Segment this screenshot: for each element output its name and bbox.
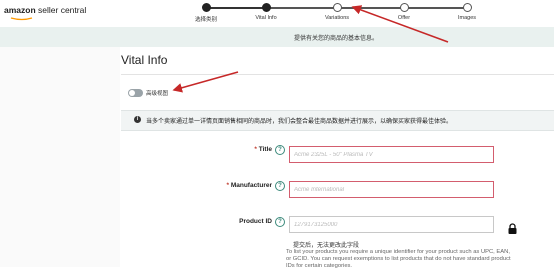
step-dot-category[interactable] <box>202 3 211 12</box>
step-dot-offer[interactable] <box>400 3 409 12</box>
manufacturer-label: * Manufacturer <box>226 182 272 189</box>
step-dot-vital-info[interactable] <box>262 3 271 12</box>
info-banner <box>0 27 554 47</box>
seller-central-logo[interactable]: amazon seller central <box>4 5 87 21</box>
manufacturer-help-icon[interactable]: ? <box>275 181 285 191</box>
title-input[interactable] <box>289 146 494 163</box>
product-id-label-text: Product ID <box>239 218 272 225</box>
step-dot-variations[interactable] <box>333 3 342 12</box>
advanced-view-toggle[interactable] <box>128 89 143 97</box>
left-gutter <box>0 47 120 267</box>
stepper-progress-done <box>206 7 266 9</box>
amazon-smile-icon <box>10 17 34 21</box>
title-label-text: Title <box>258 146 272 153</box>
advanced-view-label[interactable]: 高级视图 <box>146 89 168 97</box>
logo-brand: amazon <box>4 5 36 15</box>
step-label-category[interactable]: 选择类别 <box>195 15 217 23</box>
title-help-icon[interactable]: ? <box>275 145 285 155</box>
step-label-images[interactable]: Images <box>458 15 476 21</box>
info-banner-text: 提供有关您的商品的基本信息。 <box>294 36 379 42</box>
lock-icon <box>508 221 517 234</box>
notice-text: 当多个卖家通过单一详情页面销售相同的商品时，我们会整合最佳商品数据并进行展示，以… <box>146 119 453 125</box>
product-id-input[interactable] <box>289 216 494 233</box>
title-divider <box>121 74 554 75</box>
step-label-variations[interactable]: Variations <box>325 15 349 21</box>
logo-suffix: seller central <box>35 5 87 15</box>
manufacturer-input[interactable] <box>289 181 494 198</box>
info-icon: i <box>134 116 141 123</box>
product-id-help-icon[interactable]: ? <box>275 217 285 227</box>
required-marker: * <box>226 182 229 189</box>
manufacturer-label-text: Manufacturer <box>230 182 272 189</box>
step-label-offer[interactable]: Offer <box>398 15 410 21</box>
product-id-label: Product ID <box>239 218 272 225</box>
title-label: * Title <box>254 146 272 153</box>
after-submit-note: 提交后，无法更改此字段 <box>293 243 360 249</box>
required-marker: * <box>254 146 257 153</box>
stepper-progress-remaining <box>266 7 464 9</box>
step-label-vital-info[interactable]: Vital Info <box>255 15 276 21</box>
toggle-knob <box>129 90 135 96</box>
step-dot-images[interactable] <box>463 3 472 12</box>
page-title: Vital Info <box>121 53 168 67</box>
